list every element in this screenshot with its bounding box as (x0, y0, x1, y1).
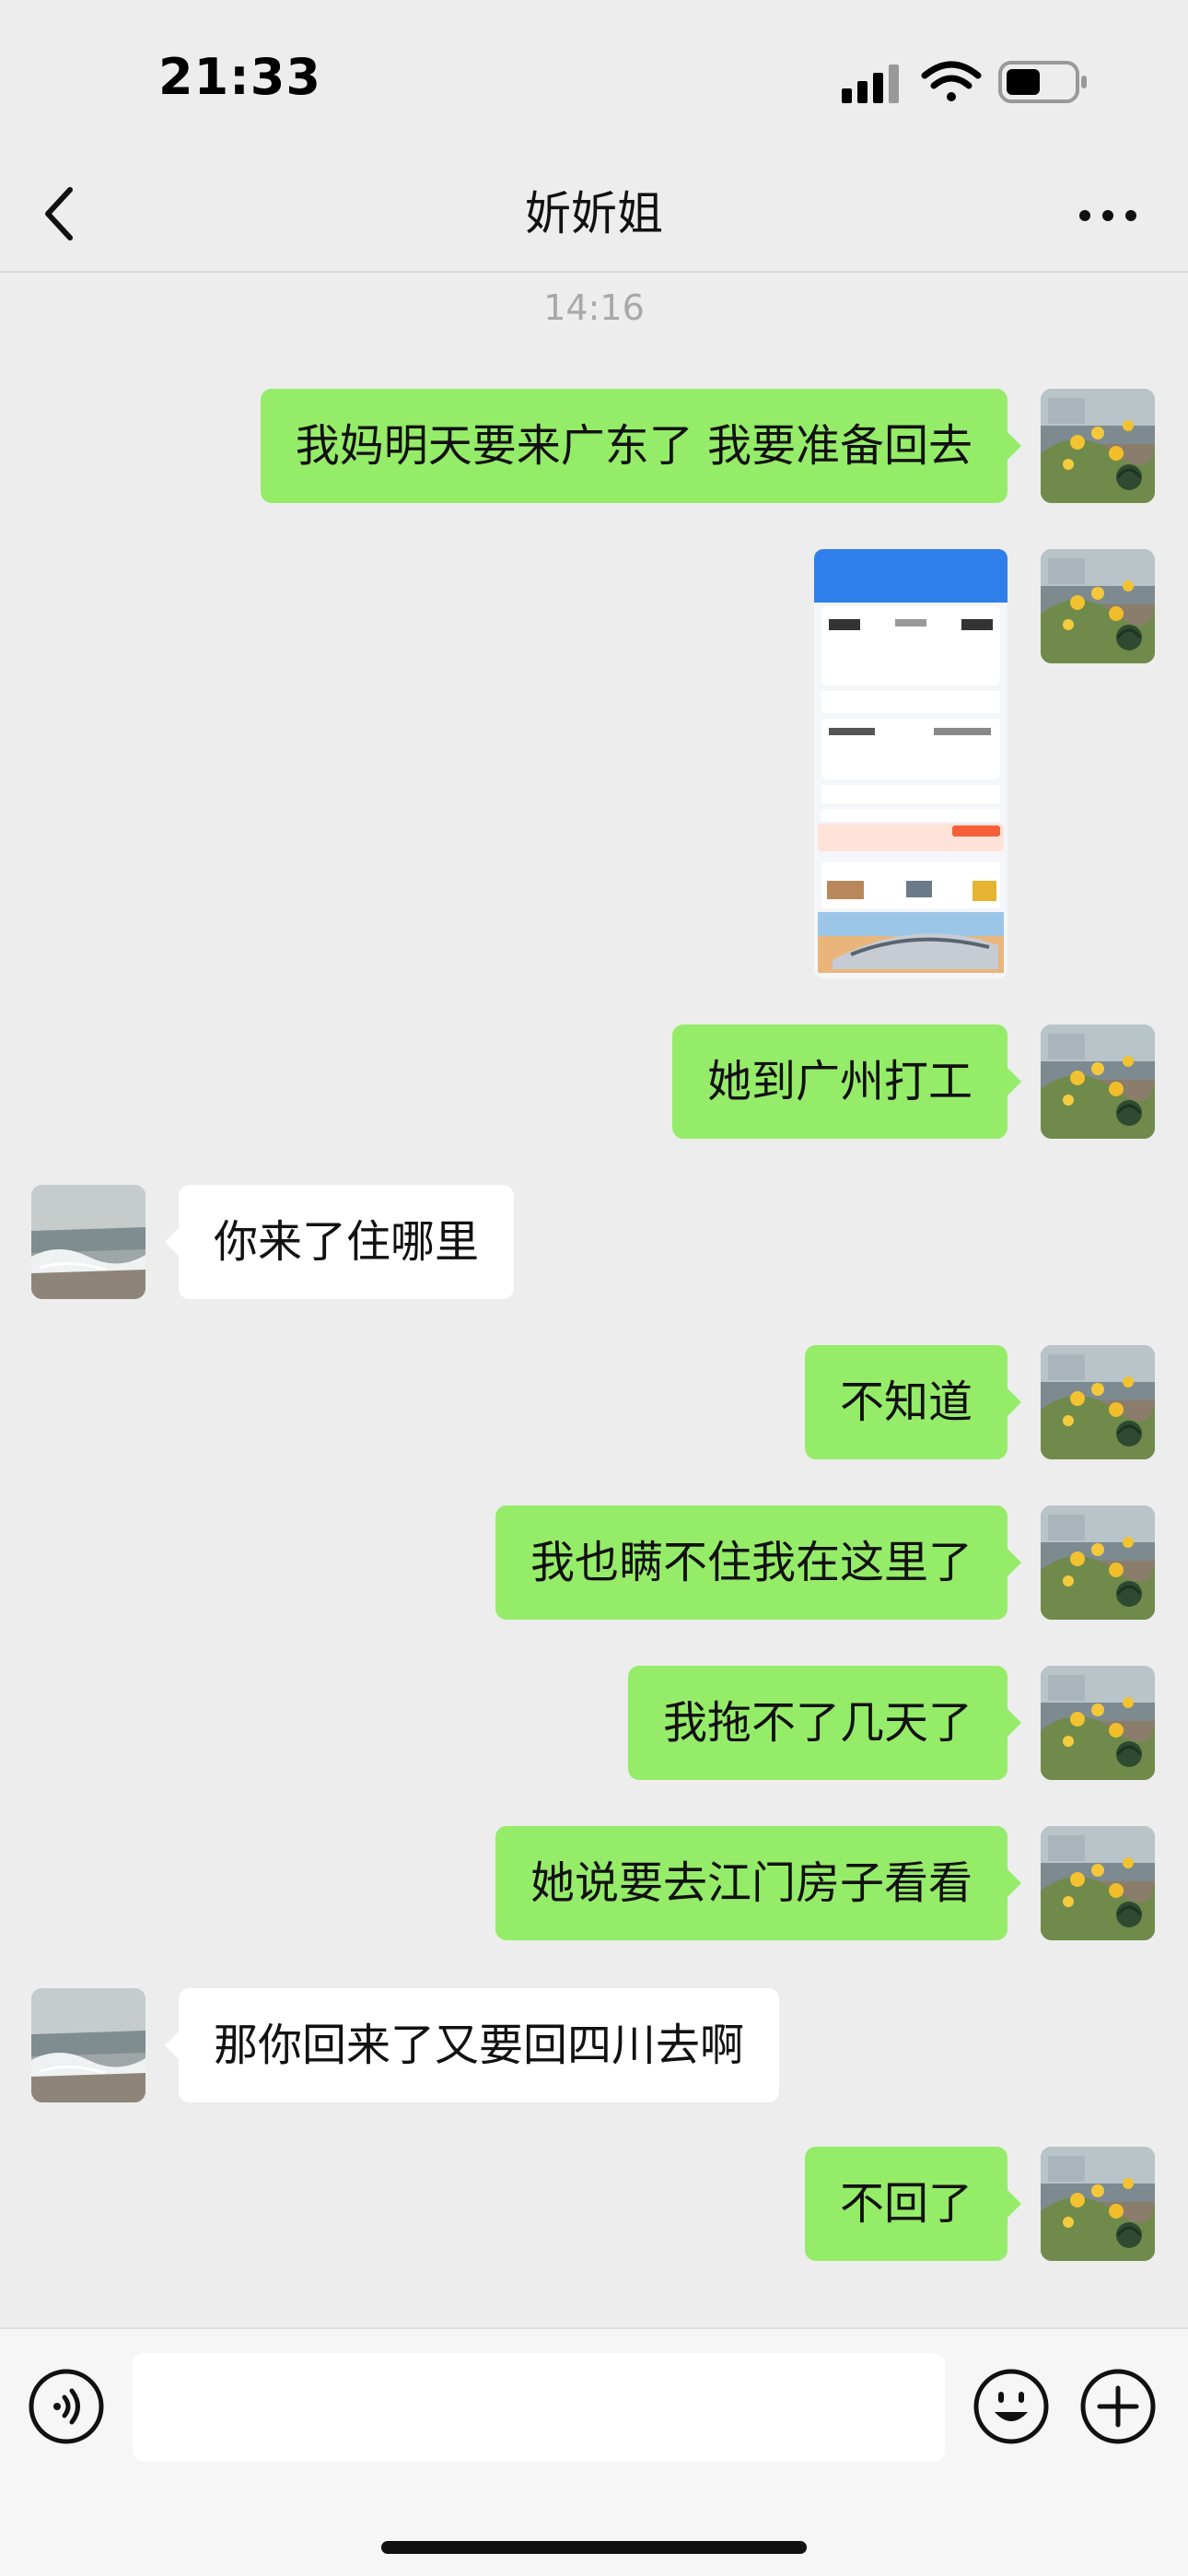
flower-avatar-image (1041, 389, 1155, 503)
cellular-signal-icon (842, 64, 899, 103)
ticket-screenshot-thumbnail (814, 549, 1007, 978)
my-avatar[interactable] (1041, 1345, 1155, 1459)
flower-avatar-image (1041, 1345, 1155, 1459)
flower-avatar-image (1041, 1505, 1155, 1620)
more-dots-icon (1079, 210, 1136, 221)
more-button[interactable] (1076, 190, 1140, 241)
plus-button[interactable] (1079, 2368, 1157, 2445)
chat-header: 妡妡姐 (0, 157, 1188, 273)
status-icons (842, 61, 1087, 103)
sent-message-bubble[interactable]: 我拖不了几天了 (627, 1666, 1022, 1780)
my-avatar[interactable] (1041, 389, 1155, 503)
emoji-icon (973, 2369, 1049, 2444)
wifi-icon (921, 61, 982, 101)
battery-icon (998, 61, 1087, 103)
sea-wave-avatar-image (31, 1988, 146, 2102)
my-avatar[interactable] (1041, 549, 1155, 663)
contact-avatar[interactable] (31, 1988, 146, 2102)
received-message-bubble[interactable]: 你来了住哪里 (164, 1185, 515, 1299)
contact-name: 妡妡姐 (525, 187, 663, 240)
flower-avatar-image (1041, 1826, 1155, 1940)
sent-message-bubble[interactable]: 不回了 (804, 2147, 1022, 2261)
sea-wave-avatar-image (31, 1185, 146, 1299)
my-avatar[interactable] (1041, 1826, 1155, 1940)
emoji-button[interactable] (973, 2368, 1050, 2445)
chat-screen: 21:33 妡妡姐 14:16 我妈明天要来广东了 我要准备回去 她到广州打工 … (0, 0, 1188, 2576)
flower-avatar-image (1041, 549, 1155, 663)
flower-avatar-image (1041, 1025, 1155, 1139)
received-message-bubble[interactable]: 那你回来了又要回四川去啊 (164, 1988, 780, 2102)
my-avatar[interactable] (1041, 1505, 1155, 1620)
sent-message-bubble[interactable]: 我妈明天要来广东了 我要准备回去 (260, 389, 1022, 503)
home-indicator[interactable] (381, 2541, 807, 2554)
my-avatar[interactable] (1041, 1025, 1155, 1139)
plus-icon (1080, 2369, 1156, 2444)
voice-button[interactable] (28, 2368, 105, 2445)
status-bar: 21:33 (0, 0, 1188, 157)
status-time: 21:33 (158, 48, 321, 106)
message-timestamp: 14:16 (543, 287, 645, 328)
voice-icon (29, 2369, 104, 2444)
image-message[interactable] (814, 549, 1007, 978)
sent-message-bubble[interactable]: 不知道 (804, 1345, 1022, 1459)
sent-message-bubble[interactable]: 她说要去江门房子看看 (495, 1826, 1022, 1940)
input-bar (0, 2327, 1188, 2576)
flower-avatar-image (1041, 2147, 1155, 2261)
my-avatar[interactable] (1041, 1666, 1155, 1780)
sent-message-bubble[interactable]: 我也瞒不住我在这里了 (495, 1505, 1022, 1620)
flower-avatar-image (1041, 1666, 1155, 1780)
message-input[interactable] (133, 2353, 945, 2462)
my-avatar[interactable] (1041, 2147, 1155, 2261)
sent-message-bubble[interactable]: 她到广州打工 (671, 1025, 1022, 1139)
contact-avatar[interactable] (31, 1185, 146, 1299)
